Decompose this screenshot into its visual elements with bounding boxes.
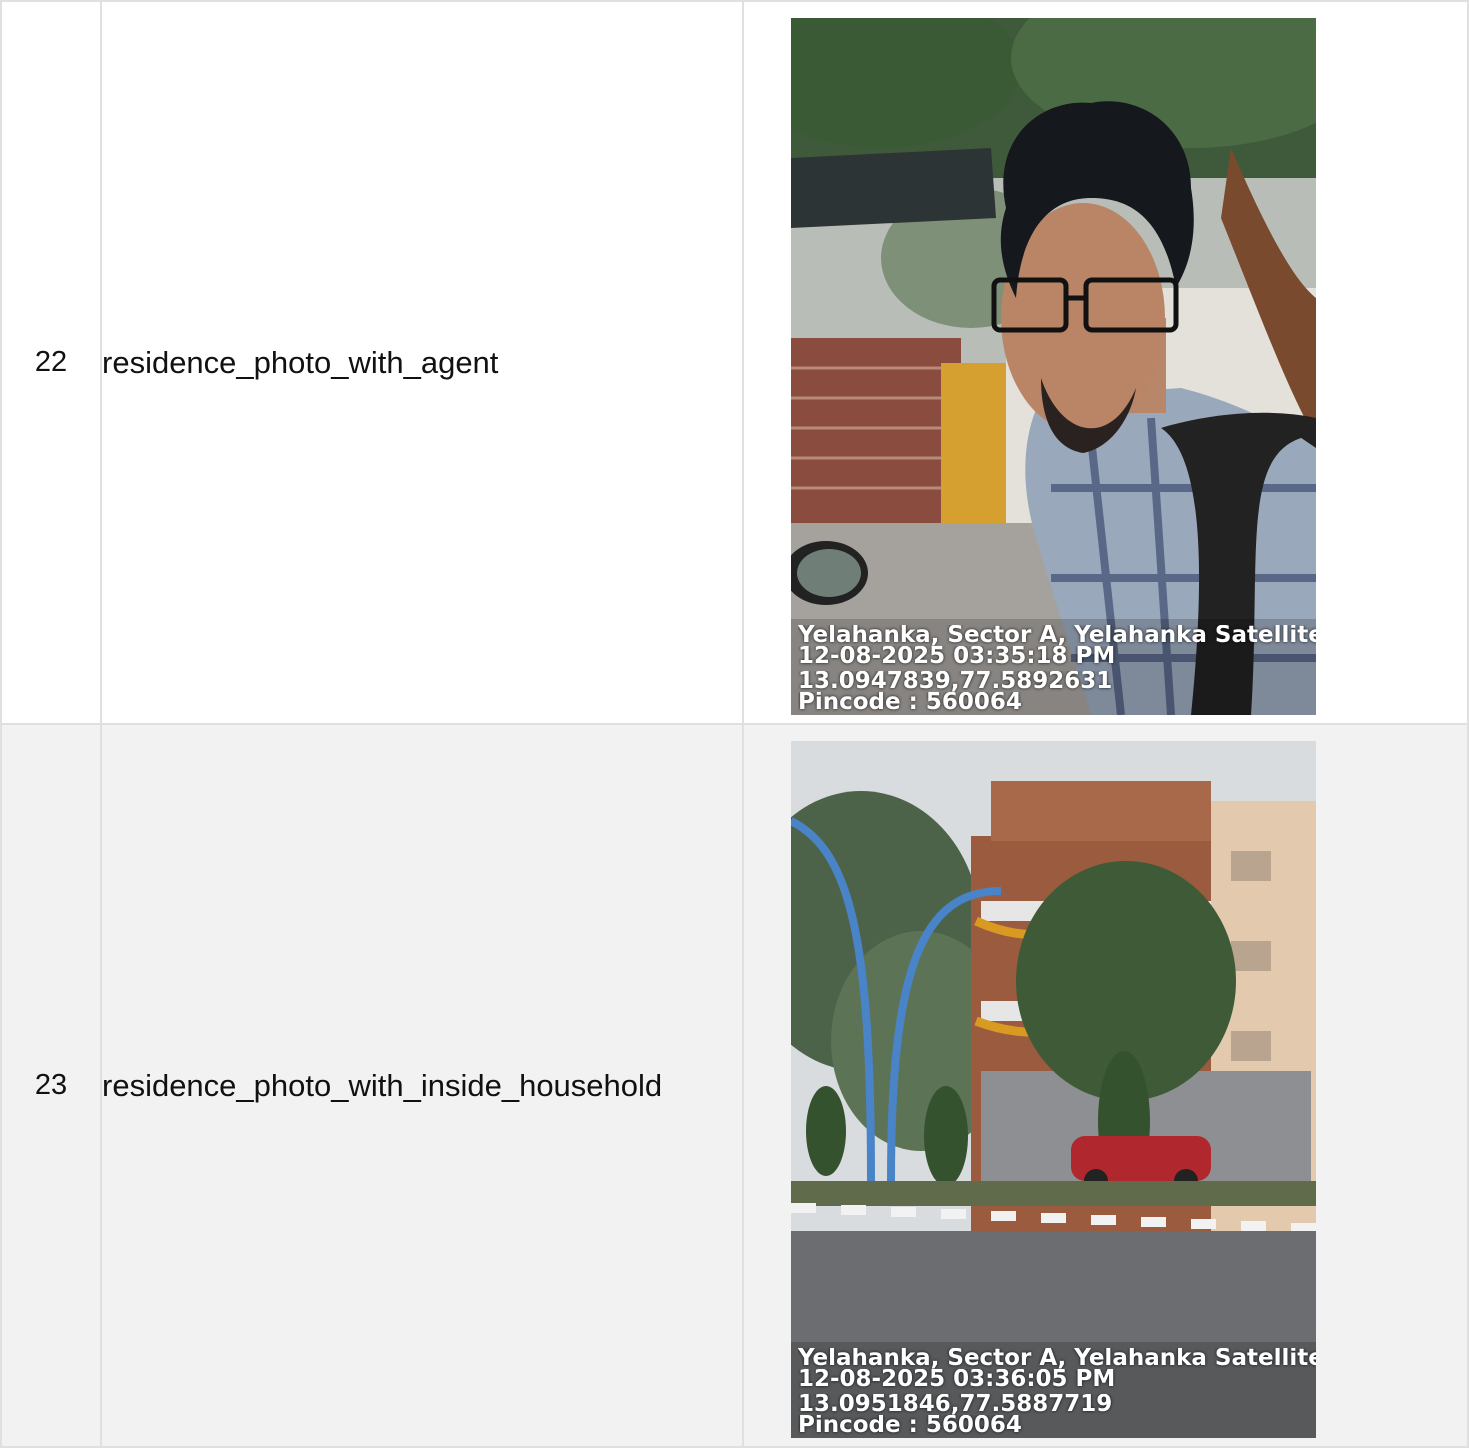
residence-photo-household[interactable]: Yelahanka, Sector A, Yelahanka Satellite… <box>791 741 1316 1438</box>
field-name: residence_photo_with_inside_household <box>100 723 744 1448</box>
stamp-datetime: 12-08-2025 03:36:05 PM <box>798 1369 1116 1390</box>
stamp-datetime: 12-08-2025 03:35:18 PM <box>798 646 1116 667</box>
stamp-pincode: Pincode : 560064 <box>798 1415 1022 1436</box>
building-photo-icon <box>791 741 1316 1438</box>
row-index: 22 <box>0 0 102 725</box>
photo-cell: Yelahanka, Sector A, Yelahanka Satellite… <box>742 723 1469 1448</box>
stamp-location: Yelahanka, Sector A, Yelahanka Satellite… <box>798 625 1316 646</box>
selfie-photo-icon <box>791 18 1316 715</box>
residence-photo-agent[interactable]: Yelahanka, Sector A, Yelahanka Satellite… <box>791 18 1316 715</box>
stamp-location: Yelahanka, Sector A, Yelahanka Satellite… <box>798 1348 1316 1369</box>
row-index: 23 <box>0 723 102 1448</box>
field-name: residence_photo_with_agent <box>100 0 744 725</box>
table-row: 23 residence_photo_with_inside_household <box>0 723 1469 1448</box>
photo-cell: Yelahanka, Sector A, Yelahanka Satellite… <box>742 0 1469 725</box>
geo-stamp: Yelahanka, Sector A, Yelahanka Satellite… <box>791 1342 1316 1438</box>
stamp-coordinates: 13.0951846,77.5887719 <box>798 1394 1113 1415</box>
geo-stamp: Yelahanka, Sector A, Yelahanka Satellite… <box>791 619 1316 715</box>
table-row: 22 residence_photo_with_agent Yelahanka,… <box>0 0 1469 725</box>
photo-table: 22 residence_photo_with_agent Yelahanka,… <box>0 0 1469 1448</box>
stamp-coordinates: 13.0947839,77.5892631 <box>798 671 1113 692</box>
stamp-pincode: Pincode : 560064 <box>798 692 1022 713</box>
